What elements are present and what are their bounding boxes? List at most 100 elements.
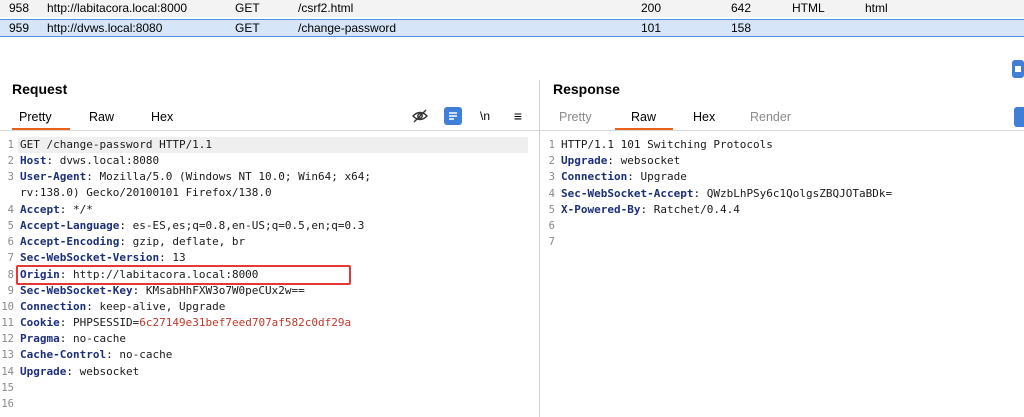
line-content[interactable]: Sec-WebSocket-Key: KMsabHhFXW3o7W0peCUx2… [20, 283, 305, 299]
layout-toggle-button[interactable] [1012, 60, 1024, 78]
row-status: 200 [641, 1, 662, 15]
line-content[interactable]: Host: dvws.local:8080 [20, 153, 159, 169]
line-number: 11 [1, 317, 14, 330]
line-content[interactable]: Cookie: PHPSESSID=6c27149e31bef7eed707af… [20, 315, 351, 331]
header-value: Ratchet/0.4.4 [653, 202, 740, 216]
header-value: */* [73, 202, 93, 216]
tab-pretty[interactable]: Pretty [559, 110, 592, 124]
row-url: /csrf2.html [298, 1, 354, 15]
request-line: GET /change-password HTTP/1.1 [20, 138, 213, 151]
line-content[interactable]: Origin: http://labitacora.local:8000 [20, 267, 258, 283]
tab-pretty[interactable]: Pretty [19, 110, 52, 124]
line-number: 15 [1, 381, 14, 394]
header-name: User-Agent [20, 170, 87, 184]
tab-raw[interactable]: Raw [631, 110, 656, 124]
line-number: 6 [548, 219, 555, 232]
newline-button[interactable]: \n [476, 108, 494, 124]
request-editor[interactable]: 1 GET /change-password HTTP/1.1 2 Host: dvw… [0, 137, 535, 412]
header-colon: : [46, 154, 60, 168]
line-content[interactable]: Accept-Encoding: gzip, deflate, br [20, 234, 245, 250]
tab-hex[interactable]: Hex [151, 110, 173, 124]
line-content[interactable]: Connection: Upgrade [561, 169, 687, 185]
line-number: 13 [1, 349, 14, 362]
header-value: Upgrade [640, 170, 687, 184]
header-colon: : [159, 251, 173, 265]
wrap-lines-button[interactable] [444, 107, 462, 125]
line-content[interactable]: Upgrade: websocket [561, 153, 680, 169]
code-line: 8 Origin: http://labitacora.local:8000 [0, 267, 535, 283]
row-status: 101 [641, 21, 662, 35]
header-value: KMsabHhFXW3o7W0peCUx2w== [145, 283, 305, 297]
line-content[interactable]: Accept: */* [20, 202, 93, 218]
code-line: 6 Accept-Encoding: gzip, deflate, br [0, 234, 535, 250]
header-colon: : [119, 235, 133, 249]
header-value: keep-alive, Upgrade [99, 299, 226, 313]
header-name: Accept-Language [20, 218, 120, 232]
header-name: Connection [20, 299, 87, 313]
lines-icon [449, 112, 457, 120]
code-line: 15 [0, 380, 535, 396]
line-content[interactable]: GET /change-password HTTP/1.1 [20, 137, 212, 153]
row-host: http://labitacora.local:8000 [47, 1, 188, 15]
header-value: Mozilla/5.0 (Windows NT 10.0; Win64; x64… [99, 170, 372, 184]
line-number: 6 [7, 236, 14, 249]
panel-icon [1015, 66, 1021, 72]
line-number: 3 [7, 171, 14, 184]
menu-button[interactable]: ≡ [509, 108, 527, 124]
line-content[interactable]: Pragma: no-cache [20, 331, 126, 347]
line-content[interactable]: Upgrade: websocket [20, 364, 139, 380]
history-row-selected[interactable]: 959 http://dvws.local:8080 GET /change-p… [0, 19, 1024, 37]
hide-whitespace-button[interactable] [411, 107, 429, 125]
line-content[interactable]: User-Agent: Mozilla/5.0 (Windows NT 10.0… [20, 169, 371, 201]
code-line: 14 Upgrade: websocket [0, 364, 535, 380]
line-number: 2 [548, 155, 555, 168]
row-method: GET [235, 21, 260, 35]
header-name: Upgrade [20, 364, 67, 378]
tab-render[interactable]: Render [750, 110, 791, 124]
line-content[interactable]: Sec-WebSocket-Version: 13 [20, 250, 186, 266]
cookie-name: PHPSESSID [73, 316, 133, 330]
history-row[interactable]: 958 http://labitacora.local:8000 GET /cs… [0, 0, 1024, 17]
line-number: 9 [7, 284, 14, 297]
request-tabs-separator [0, 130, 539, 131]
row-method: GET [235, 1, 260, 15]
line-number: 3 [548, 171, 555, 184]
header-value: QWzbLhPSy6c1QolgsZBQJOTaBDk= [706, 186, 893, 200]
header-name: X-Powered-By [561, 202, 641, 216]
header-name: Connection [561, 170, 628, 184]
response-editor[interactable]: 1 HTTP/1.1 101 Switching Protocols 2 Upgrad… [541, 137, 1021, 250]
code-line: 11 Cookie: PHPSESSID=6c27149e31bef7eed707… [0, 315, 535, 331]
line-number: 12 [1, 333, 14, 346]
header-name: Accept [20, 202, 60, 216]
tab-raw[interactable]: Raw [89, 110, 114, 124]
header-colon: : [693, 186, 707, 200]
line-content[interactable]: HTTP/1.1 101 Switching Protocols [561, 137, 773, 153]
line-number: 4 [7, 203, 14, 216]
code-line: 5 X-Powered-By: Ratchet/0.4.4 [541, 202, 1021, 218]
line-content[interactable]: Sec-WebSocket-Accept: QWzbLhPSy6c1QolgsZ… [561, 186, 892, 202]
line-content[interactable]: Connection: keep-alive, Upgrade [20, 299, 225, 315]
code-line: 10 Connection: keep-alive, Upgrade [0, 299, 535, 315]
line-content[interactable]: Accept-Language: es-ES,es;q=0.8,en-US;q=… [20, 218, 364, 234]
header-colon: : [627, 170, 641, 184]
code-line: 7 [541, 234, 1021, 250]
eye-slash-icon [412, 109, 428, 123]
response-title: Response [553, 81, 620, 97]
row-number: 958 [9, 1, 30, 15]
code-line: 1 GET /change-password HTTP/1.1 [0, 137, 535, 153]
response-wrap-button[interactable] [1014, 107, 1024, 127]
header-colon: : [59, 316, 73, 330]
header-colon: : [86, 170, 100, 184]
header-name: Origin [20, 267, 60, 281]
cookie-value: 6c27149e31bef7eed707af582c0df29a [139, 316, 352, 330]
header-colon: : [132, 283, 146, 297]
code-line: 7 Sec-WebSocket-Version: 13 [0, 250, 535, 266]
header-value: es-ES,es;q=0.8,en-US;q=0.5,en;q=0.3 [132, 218, 365, 232]
header-name: Sec-WebSocket-Version [20, 251, 160, 265]
line-content[interactable]: X-Powered-By: Ratchet/0.4.4 [561, 202, 740, 218]
code-line: 16 [0, 396, 535, 412]
tab-hex[interactable]: Hex [693, 110, 715, 124]
line-content[interactable]: Cache-Control: no-cache [20, 347, 172, 363]
line-number: 8 [7, 268, 14, 281]
header-colon: : [66, 364, 80, 378]
